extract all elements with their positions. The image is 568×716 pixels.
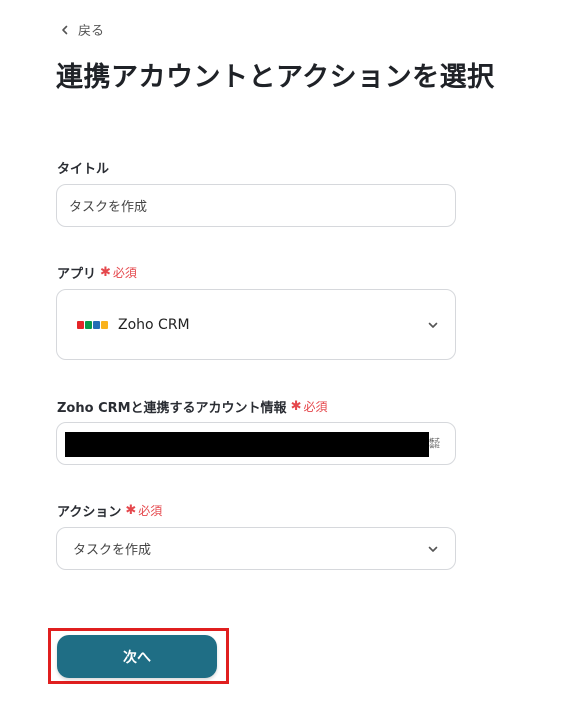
app-select-value: Zoho CRM [118, 316, 190, 333]
action-select-value: タスクを作成 [73, 543, 152, 558]
back-link[interactable]: 戻る [60, 20, 104, 39]
action-label: アクション ✱ 必須 [57, 501, 162, 520]
required-badge: ✱ 必須 [125, 502, 162, 519]
zoho-logo-icon [77, 320, 108, 329]
title-input[interactable]: タスクを作成 [56, 184, 456, 227]
action-select[interactable]: タスクを作成 [56, 527, 456, 570]
app-label-text: アプリ [57, 267, 97, 282]
account-trailing-text: ㍿ [429, 437, 440, 450]
next-button[interactable]: 次へ [57, 635, 217, 678]
chevron-left-icon [62, 25, 68, 34]
title-label: タイトル [57, 158, 109, 177]
chevron-down-icon [428, 322, 438, 328]
account-label-text: Zoho CRMと連携するアカウント情報 [57, 401, 287, 416]
account-select[interactable]: ㍿ [56, 422, 456, 465]
app-label: アプリ ✱ 必須 [57, 263, 137, 282]
back-label: 戻る [78, 24, 105, 39]
asterisk-icon: ✱ [125, 503, 137, 518]
page-title: 連携アカウントとアクションを選択 [56, 62, 495, 93]
redacted-value [65, 432, 429, 457]
title-label-text: タイトル [57, 162, 110, 177]
asterisk-icon: ✱ [290, 399, 302, 414]
required-badge: ✱ 必須 [100, 264, 137, 281]
page: 戻る 連携アカウントとアクションを選択 タイトル タスクを作成 アプリ ✱ 必須… [0, 0, 568, 716]
required-badge: ✱ 必須 [291, 398, 328, 415]
action-label-text: アクション [57, 505, 122, 520]
account-label: Zoho CRMと連携するアカウント情報 ✱ 必須 [57, 397, 327, 416]
required-text: 必須 [138, 504, 163, 518]
title-input-value: タスクを作成 [69, 200, 148, 215]
app-select[interactable]: Zoho CRM [56, 289, 456, 360]
required-text: 必須 [112, 266, 137, 280]
asterisk-icon: ✱ [100, 265, 111, 280]
chevron-down-icon [428, 546, 438, 552]
required-text: 必須 [303, 400, 328, 414]
